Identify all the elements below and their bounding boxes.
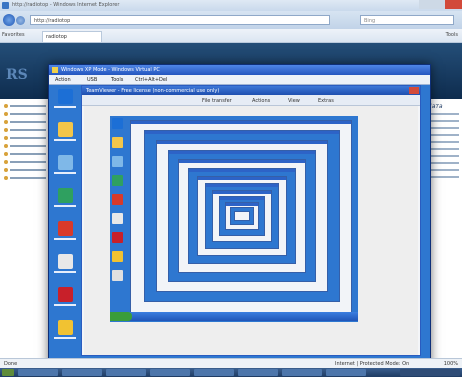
page-content: RS Дата Windows XP Mode - Windows Virtua… [0,43,462,377]
file-transfer-button[interactable]: File transfer [202,98,232,104]
vm-title-bar[interactable]: Windows XP Mode - Windows Virtual PC [49,65,430,75]
menu-ctrl-alt-del[interactable]: Ctrl+Alt+Del [135,77,167,83]
host-system-tray [400,369,460,376]
table-row [427,155,459,157]
search-input[interactable]: Bing [360,15,454,25]
virtual-pc-window[interactable]: Windows XP Mode - Windows Virtual PC Act… [48,64,431,377]
list-item[interactable] [4,167,46,173]
desktop-icon[interactable] [51,122,79,150]
vm-window-title: Windows XP Mode - Windows Virtual PC [61,67,160,73]
table-row [427,113,459,115]
nested-window [234,211,250,221]
remote-screen[interactable] [84,106,418,355]
maximize-button[interactable] [432,0,445,9]
nested-taskbar [110,312,358,321]
teamviewer-window[interactable]: TeamViewer - Free license (non-commercia… [81,85,421,356]
host-taskbar-item[interactable] [238,369,278,376]
list-item[interactable] [4,151,46,157]
left-link-list [4,103,46,183]
close-button[interactable] [445,0,462,9]
forward-button[interactable] [16,16,25,25]
favorites-button[interactable]: Favorites [2,32,25,38]
table-row [427,141,459,143]
menu-usb[interactable]: USB [87,77,97,83]
tools-menu[interactable]: Tools [446,32,458,38]
minimize-button[interactable] [419,0,432,9]
list-item[interactable] [4,103,46,109]
nested-desktop-icons [112,118,126,289]
host-taskbar-item[interactable] [62,369,102,376]
ie-logo-icon [2,2,9,9]
table-row [427,127,459,129]
list-item[interactable] [4,175,46,181]
menu-action[interactable]: Action [55,77,71,83]
date-column: Дата [427,103,459,183]
nested-desktop [110,116,358,322]
table-row [427,169,459,171]
vm-window-icon [52,67,58,73]
desktop-icon[interactable] [51,188,79,216]
table-row [427,162,459,164]
table-row [427,120,459,122]
list-item[interactable] [4,127,46,133]
host-taskbar-item[interactable] [326,369,366,376]
table-row [427,176,459,178]
ie-status-bar: Done Internet | Protected Mode: On 100% [0,358,462,368]
host-start-button[interactable] [2,369,14,376]
vm-desktop: TeamViewer - Free license (non-commercia… [49,85,430,365]
vm-menu-bar: Action USB Tools Ctrl+Alt+Del [49,75,430,85]
list-item[interactable] [4,119,46,125]
host-taskbar-item[interactable] [194,369,234,376]
extras-button[interactable]: Extras [318,98,334,104]
list-item[interactable] [4,143,46,149]
desktop-icon[interactable] [51,287,79,315]
table-row [427,134,459,136]
desktop-icon[interactable] [51,155,79,183]
list-item[interactable] [4,159,46,165]
table-row [427,148,459,150]
url-input[interactable]: http://radiotop [30,15,330,25]
vm-desktop-icons [51,89,79,353]
host-taskbar-item[interactable] [150,369,190,376]
desktop-icon[interactable] [51,221,79,249]
back-button[interactable] [3,14,15,26]
security-zone: Internet | Protected Mode: On [335,361,410,367]
ie-tab-bar: Favorites radiotop Tools [0,29,462,43]
list-item[interactable] [4,111,46,117]
teamviewer-toolbar: File transfer Actions View Extras [82,95,420,106]
desktop-icon[interactable] [51,254,79,282]
teamviewer-title: TeamViewer - Free license (non-commercia… [86,88,220,94]
host-taskbar [0,368,462,377]
ie-window-title: http://radiotop - Windows Internet Explo… [12,2,120,8]
host-taskbar-item[interactable] [106,369,146,376]
ie-title-bar: http://radiotop - Windows Internet Explo… [0,0,462,11]
desktop-icon[interactable] [51,320,79,348]
zoom-level[interactable]: 100% [444,361,458,367]
host-taskbar-item[interactable] [282,369,322,376]
teamviewer-close-button[interactable] [409,87,419,94]
date-heading: Дата [427,103,443,110]
actions-button[interactable]: Actions [252,98,270,104]
site-logo: RS [6,67,28,83]
nested-start-button [110,312,132,321]
desktop-icon[interactable] [51,89,79,117]
tab-radiotop[interactable]: radiotop [42,31,102,42]
ie-address-bar: http://radiotop Bing [0,11,462,29]
status-text: Done [4,361,18,367]
view-button[interactable]: View [288,98,300,104]
teamviewer-title-bar[interactable]: TeamViewer - Free license (non-commercia… [82,86,420,95]
menu-tools[interactable]: Tools [111,77,123,83]
host-taskbar-item[interactable] [18,369,58,376]
list-item[interactable] [4,135,46,141]
